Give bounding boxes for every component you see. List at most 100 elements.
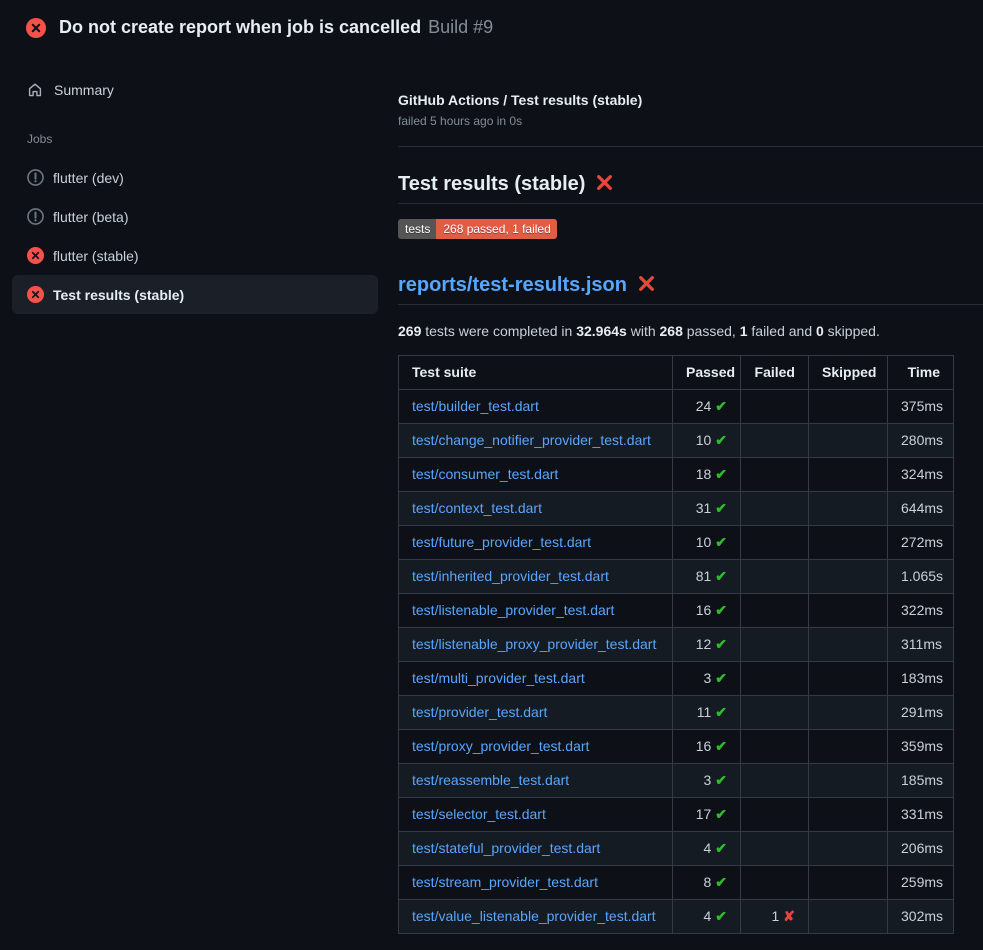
table-row: test/future_provider_test.dart10✔272ms: [399, 526, 954, 560]
report-link[interactable]: reports/test-results.json: [398, 274, 627, 296]
failed-icon: [27, 247, 44, 264]
passed-cell: 3✔: [673, 764, 741, 798]
passed-cell: 81✔: [673, 560, 741, 594]
passed-cell: 12✔: [673, 628, 741, 662]
table-row: test/selector_test.dart 17✔ 331ms: [399, 798, 954, 832]
time-cell: 311ms: [888, 628, 954, 662]
suite-link[interactable]: test/inherited_provider_test.dart: [412, 568, 609, 584]
badge-label: tests: [398, 219, 436, 239]
suite-cell: test/proxy_provider_test.dart: [399, 730, 673, 764]
sidebar-item-label: flutter (stable): [53, 248, 139, 264]
time-cell: 322ms: [888, 594, 954, 628]
time-cell: 280ms: [888, 424, 954, 458]
home-icon: [27, 82, 43, 98]
check-icon: ✔: [715, 500, 727, 516]
suite-cell: test/future_provider_test.dart: [399, 526, 673, 560]
skipped-cell: [809, 492, 888, 526]
check-icon: ✔: [715, 738, 727, 754]
time-cell: 331ms: [888, 798, 954, 832]
check-icon: ✔: [715, 806, 727, 822]
suite-link[interactable]: test/context_test.dart: [412, 500, 542, 516]
sidebar-item-flutter-stable-[interactable]: flutter (stable): [12, 236, 378, 275]
skipped-cell: [809, 900, 888, 934]
build-number: Build #9: [428, 17, 493, 38]
suite-link[interactable]: test/provider_test.dart: [412, 704, 547, 720]
skipped-cell: [809, 526, 888, 560]
suite-link[interactable]: test/reassemble_test.dart: [412, 772, 569, 788]
failed-cell: [741, 390, 809, 424]
suite-link[interactable]: test/consumer_test.dart: [412, 466, 558, 482]
failed-cell: [741, 730, 809, 764]
failed-cell: [741, 424, 809, 458]
table-row: test/provider_test.dart11✔291ms: [399, 696, 954, 730]
sidebar-summary-label: Summary: [54, 82, 114, 98]
suite-cell: test/inherited_provider_test.dart: [399, 560, 673, 594]
suite-cell: test/selector_test.dart: [399, 798, 673, 832]
table-row: test/value_listenable_provider_test.dart…: [399, 900, 954, 934]
failed-cell: [741, 832, 809, 866]
status-line: failed 5 hours ago in 0s: [398, 112, 983, 130]
check-icon: ✔: [715, 704, 727, 720]
suite-link[interactable]: test/stream_provider_test.dart: [412, 874, 598, 890]
check-icon: ✔: [715, 908, 727, 924]
table-header-row: Test suitePassedFailedSkippedTime: [399, 356, 954, 390]
check-icon: ✔: [715, 874, 727, 890]
skipped-cell: [809, 594, 888, 628]
passed-cell: 24✔: [673, 390, 741, 424]
check-icon: ✔: [715, 670, 727, 686]
failed-cell: [741, 628, 809, 662]
table-row: test/listenable_proxy_provider_test.dart…: [399, 628, 954, 662]
badge-value: 268 passed, 1 failed: [436, 219, 556, 239]
skipped-cell: [809, 390, 888, 424]
failed-cell: [741, 560, 809, 594]
suite-cell: test/consumer_test.dart: [399, 458, 673, 492]
table-row: test/builder_test.dart24✔375ms: [399, 390, 954, 424]
suite-link[interactable]: test/stateful_provider_test.dart: [412, 840, 600, 856]
time-cell: 359ms: [888, 730, 954, 764]
page-header: Do not create report when job is cancell…: [0, 0, 983, 54]
suite-link[interactable]: test/future_provider_test.dart: [412, 534, 591, 550]
report-title: reports/test-results.json: [398, 272, 983, 305]
suite-link[interactable]: test/listenable_proxy_provider_test.dart: [412, 636, 656, 652]
time-cell: 644ms: [888, 492, 954, 526]
table-row: test/stream_provider_test.dart8✔259ms: [399, 866, 954, 900]
results-table: Test suitePassedFailedSkippedTime test/b…: [398, 355, 954, 934]
column-header-test-suite: Test suite: [399, 356, 673, 390]
time-cell: 206ms: [888, 832, 954, 866]
passed-cell: 18✔: [673, 458, 741, 492]
sidebar-item-flutter-beta-[interactable]: flutter (beta): [12, 197, 378, 236]
sidebar-item-summary[interactable]: Summary: [0, 74, 390, 106]
check-icon: ✔: [715, 466, 727, 482]
check-icon: ✔: [715, 534, 727, 550]
passed-cell: 3✔: [673, 662, 741, 696]
passed-cell: 8✔: [673, 866, 741, 900]
failed-cell: [741, 492, 809, 526]
suite-link[interactable]: test/selector_test.dart: [412, 806, 546, 822]
passed-cell: 11✔: [673, 696, 741, 730]
skipped-cell: [809, 866, 888, 900]
passed-cell: 17✔: [673, 798, 741, 832]
failed-cell: [741, 526, 809, 560]
check-icon: ✔: [715, 840, 727, 856]
sidebar-item-flutter-dev-[interactable]: flutter (dev): [12, 158, 378, 197]
passed-cell: 10✔: [673, 424, 741, 458]
suite-link[interactable]: test/multi_provider_test.dart: [412, 670, 585, 686]
suite-link[interactable]: test/change_notifier_provider_test.dart: [412, 432, 651, 448]
failed-cell: [741, 594, 809, 628]
summary-text: 269 tests were completed in 32.964s with…: [398, 321, 983, 341]
check-icon: ✔: [715, 636, 727, 652]
check-icon: ✔: [715, 772, 727, 788]
suite-link[interactable]: test/builder_test.dart: [412, 398, 539, 414]
sidebar-item-test-results-stable-[interactable]: Test results (stable): [12, 275, 378, 314]
suite-link[interactable]: test/value_listenable_provider_test.dart: [412, 908, 656, 924]
tests-badge: tests 268 passed, 1 failed: [398, 219, 557, 239]
sidebar-item-label: flutter (beta): [53, 209, 128, 225]
failed-cell: [741, 866, 809, 900]
cancelled-icon: [27, 169, 44, 186]
passed-cell: 31✔: [673, 492, 741, 526]
skipped-cell: [809, 424, 888, 458]
suite-link[interactable]: test/listenable_provider_test.dart: [412, 602, 614, 618]
suite-link[interactable]: test/proxy_provider_test.dart: [412, 738, 589, 754]
passed-cell: 4✔: [673, 900, 741, 934]
sidebar-jobs-list: flutter (dev) flutter (beta) flutter (stab…: [0, 158, 390, 314]
